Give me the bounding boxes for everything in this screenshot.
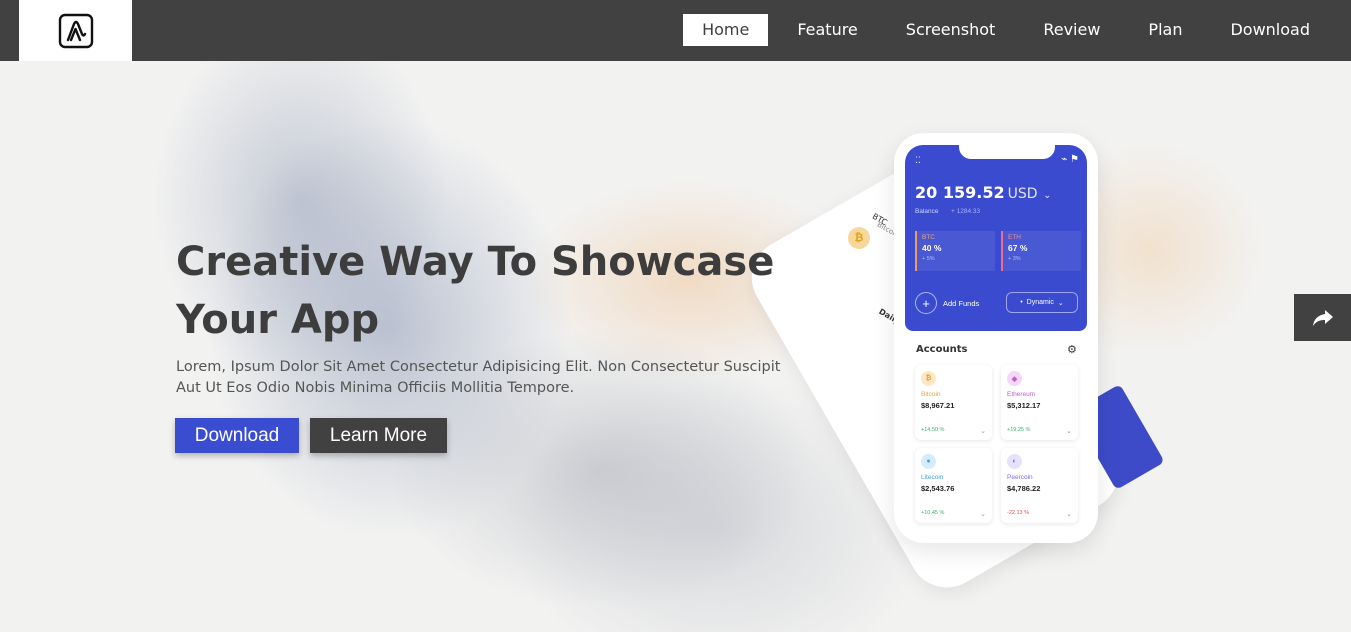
account-name: Ethereum xyxy=(1007,391,1036,398)
account-value: $2,543.76 xyxy=(921,484,955,493)
btc-value: 40 % xyxy=(922,243,942,253)
hero-description: Lorem, Ipsum Dolor Sit Amet Consectetur … xyxy=(176,359,781,396)
account-card-ethereum[interactable]: ◆ Ethereum $5,312.17 +19.25 % ⌄ xyxy=(1001,365,1078,440)
balance-delta: + 1284.33 xyxy=(951,208,981,215)
peercoin-icon: ◐ xyxy=(1007,454,1022,469)
bitcoin-icon: ₿ xyxy=(921,371,936,386)
account-name: Peercoin xyxy=(1007,474,1033,481)
eth-value: 67 % xyxy=(1008,243,1028,253)
eth-sub: + 3% xyxy=(1008,256,1021,262)
litecoin-icon: ● xyxy=(921,454,936,469)
chevron-down-icon: ⌄ xyxy=(1066,511,1072,518)
btc-sub: + 5% xyxy=(922,256,935,262)
nav-plan[interactable]: Plan xyxy=(1129,14,1201,46)
account-change: -22.13 % xyxy=(1007,510,1030,516)
account-card-bitcoin[interactable]: ₿ Bitcoin $8,967.21 +14.50 % ⌄ xyxy=(915,365,992,440)
balance-amount: 20 159.52 USD ⌄ xyxy=(915,183,1051,202)
balance-currency: USD xyxy=(1007,186,1038,202)
account-card-peercoin[interactable]: ◐ Peercoin $4,786.22 -22.13 % ⌄ xyxy=(1001,448,1078,523)
account-name: Bitcoin xyxy=(921,391,941,398)
download-button[interactable]: Download xyxy=(175,418,299,453)
logo[interactable] xyxy=(19,0,132,61)
account-value: $5,312.17 xyxy=(1007,401,1041,410)
phone-header-panel: ⁚⁚ ⌁ ⚑ 20 159.52 USD ⌄ Balance + 1284.33 B… xyxy=(905,145,1087,331)
nav-home[interactable]: Home xyxy=(683,14,769,46)
btc-label: BTC xyxy=(922,234,935,241)
activity-bell-icons: ⌁ ⚑ xyxy=(1061,154,1079,165)
nav-feature[interactable]: Feature xyxy=(778,14,876,46)
balance-label: Balance xyxy=(915,208,939,215)
account-change: +19.25 % xyxy=(1007,427,1031,433)
account-value: $4,786.22 xyxy=(1007,484,1041,493)
nav-review[interactable]: Review xyxy=(1024,14,1119,46)
chevron-down-icon: ⌄ xyxy=(1043,191,1052,201)
nav-links: Home Feature Screenshot Review Plan Down… xyxy=(673,14,1329,46)
btc-mini-card: BTC 40 % + 5% xyxy=(915,231,995,271)
chevron-down-icon: ⌄ xyxy=(1066,428,1072,435)
learn-more-button[interactable]: Learn More xyxy=(310,418,447,453)
chevron-down-icon: ⌄ xyxy=(980,428,986,435)
account-card-litecoin[interactable]: ● Litecoin $2,543.76 +10.45 % ⌄ xyxy=(915,448,992,523)
dynamic-label: Dynamic xyxy=(1026,299,1054,306)
hero-title-line2: Your App xyxy=(176,297,380,343)
logo-icon xyxy=(58,13,93,48)
back-phone-bitcoin-icon: ₿ xyxy=(848,227,870,249)
add-funds-label[interactable]: Add Funds xyxy=(943,299,979,308)
nav-screenshot[interactable]: Screenshot xyxy=(887,14,1015,46)
navbar: Home Feature Screenshot Review Plan Down… xyxy=(0,0,1351,61)
chevron-down-icon: ⌄ xyxy=(980,511,986,518)
ethereum-icon: ◆ xyxy=(1007,371,1022,386)
add-funds-plus-icon[interactable]: + xyxy=(915,292,937,314)
share-button[interactable] xyxy=(1294,294,1351,341)
share-arrow-icon xyxy=(1312,309,1333,326)
account-name: Litecoin xyxy=(921,474,944,481)
gear-icon[interactable]: ⚙ xyxy=(1067,343,1077,356)
nav-download[interactable]: Download xyxy=(1211,14,1329,46)
eth-mini-card: ETH 67 % + 3% xyxy=(1001,231,1081,271)
dynamic-dropdown[interactable]: • Dynamic ⌄ xyxy=(1006,292,1078,313)
account-change: +10.45 % xyxy=(921,510,945,516)
phone-mockup: ⁚⁚ ⌁ ⚑ 20 159.52 USD ⌄ Balance + 1284.33 B… xyxy=(894,133,1098,543)
dot-icon: • xyxy=(1020,299,1023,306)
chevron-down-icon: ⌄ xyxy=(1057,299,1064,307)
eth-label: ETH xyxy=(1008,234,1021,241)
phone-notch xyxy=(959,145,1055,159)
balance-value: 20 159.52 xyxy=(915,183,1005,202)
account-change: +14.50 % xyxy=(921,427,945,433)
hero-title-line1: Creative Way To Showcase xyxy=(176,239,775,285)
account-value: $8,967.21 xyxy=(921,401,955,410)
menu-dots-icon: ⁚⁚ xyxy=(915,155,921,165)
accounts-title: Accounts xyxy=(916,344,968,355)
hero-title: Creative Way To Showcase Your App xyxy=(176,233,776,349)
